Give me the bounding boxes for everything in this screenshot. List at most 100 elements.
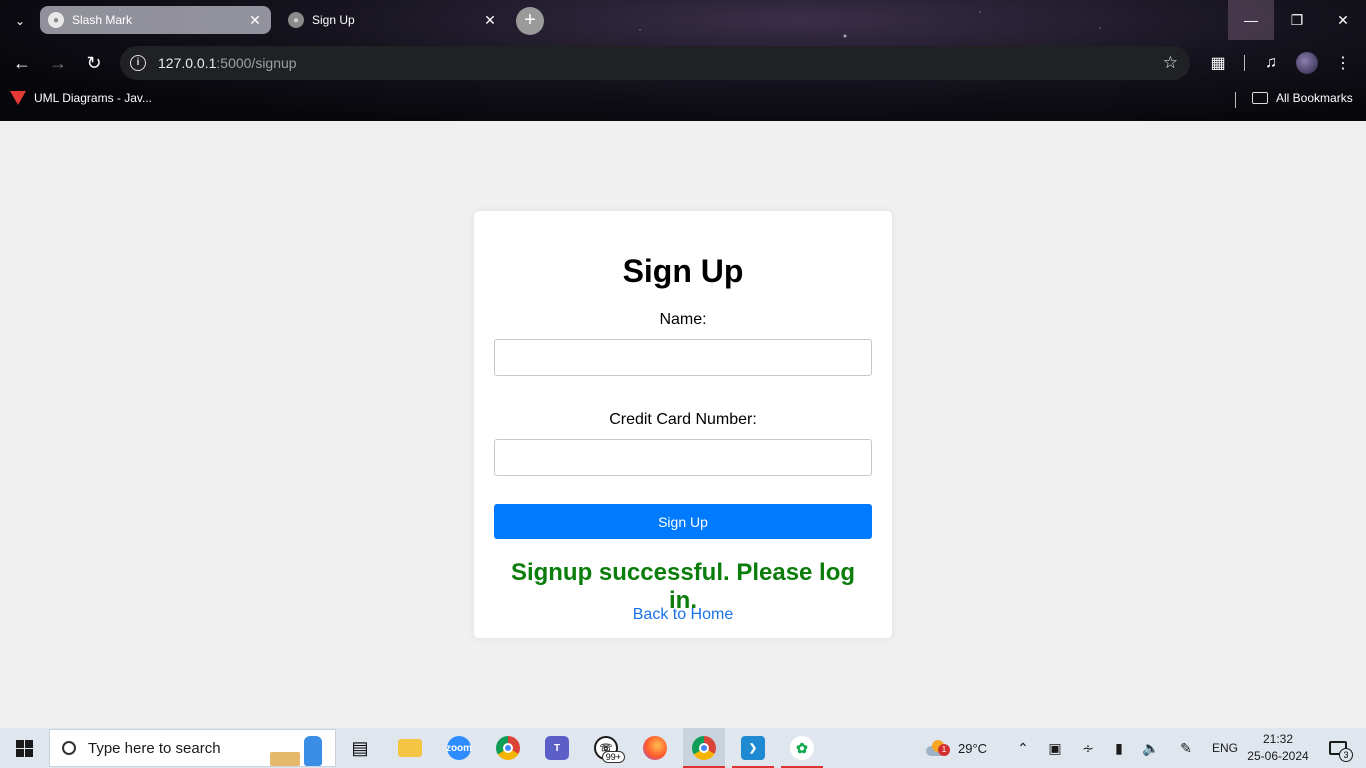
weather-alert-badge: 1 [938, 744, 950, 756]
tab-slash-mark[interactable]: ● Slash Mark ✕ [40, 6, 271, 34]
taskbar: Type here to search ▤ zoom T ☏ 99+ ❯ ✿ 1 [0, 728, 1366, 768]
search-placeholder: Type here to search [88, 739, 221, 757]
mongodb-compass-button[interactable]: ✿ [781, 728, 823, 768]
notification-icon: 3 [1329, 741, 1353, 762]
back-button[interactable]: ← [7, 48, 37, 78]
system-clock[interactable]: 21:32 25-06-2024 [1246, 731, 1310, 765]
back-to-home-link[interactable]: Back to Home [633, 606, 733, 624]
bookmark-uml-diagrams[interactable]: UML Diagrams - Jav... [10, 91, 152, 105]
whatsapp-unread-badge: 99+ [601, 751, 625, 763]
zoom-button[interactable]: zoom [438, 728, 480, 768]
folder-icon [398, 739, 422, 757]
chrome-active-button[interactable] [683, 728, 725, 768]
teams-button[interactable]: T [536, 728, 578, 768]
avatar [1296, 52, 1318, 74]
media-controls-button[interactable]: ♫ [1256, 48, 1286, 78]
file-explorer-button[interactable] [389, 728, 431, 768]
chrome-profile-icon [692, 736, 716, 760]
success-message: Signup successful. Please log in. [510, 559, 856, 614]
tab-title: Sign Up [312, 13, 355, 27]
browser-menu-button[interactable]: ⋮ [1328, 48, 1358, 78]
chevron-down-icon: ⌄ [14, 14, 26, 28]
input-language-button[interactable]: ENG [1212, 728, 1238, 768]
start-button[interactable] [0, 728, 48, 768]
restore-icon: ❐ [1290, 11, 1304, 28]
reload-button[interactable]: ↻ [79, 48, 109, 78]
tab-search-button[interactable]: ⌄ [6, 7, 34, 35]
close-window-button[interactable]: ✕ [1320, 0, 1366, 40]
bookmark-star-icon[interactable]: ☆ [1163, 53, 1178, 73]
new-tab-button[interactable]: + [516, 7, 544, 35]
tab-strip: ⌄ ● Slash Mark ✕ ● Sign Up ✕ + — ❐ ✕ [0, 0, 1366, 42]
restore-button[interactable]: ❐ [1274, 0, 1320, 40]
bookmark-favicon-icon [10, 91, 26, 105]
clock-time: 21:32 [1262, 732, 1294, 746]
task-view-icon: ▤ [351, 737, 369, 758]
extensions-button[interactable]: ▦ [1203, 48, 1233, 78]
window-controls: — ❐ ✕ [1228, 0, 1366, 40]
meet-now-button[interactable]: ▣ [1041, 728, 1069, 768]
reload-icon: ↻ [86, 52, 102, 73]
network-button[interactable]: ∻ [1074, 728, 1102, 768]
profile-button[interactable] [1292, 48, 1322, 78]
camera-icon: ▣ [1048, 739, 1062, 756]
address-url: 127.0.0.1:5000/signup [158, 55, 297, 71]
pen-menu-button[interactable]: ✎ [1172, 728, 1200, 768]
credit-card-label: Credit Card Number: [609, 411, 757, 428]
address-bar[interactable]: i 127.0.0.1:5000/signup ☆ [120, 46, 1190, 80]
page-title: Sign Up [622, 253, 744, 289]
all-bookmarks-button[interactable]: All Bookmarks [1252, 91, 1353, 105]
weather-cloud-icon: 1 [924, 738, 950, 758]
mongodb-leaf-icon: ✿ [790, 736, 814, 760]
tab-title: Slash Mark [72, 13, 133, 27]
signup-card: Sign Up Name: Credit Card Number: Sign U… [474, 211, 892, 638]
name-label: Name: [659, 311, 707, 328]
browser-toolbar: ← → ↻ i 127.0.0.1:5000/signup ☆ ▦ ♫ ⋮ [0, 44, 1366, 82]
clock-date: 25-06-2024 [1247, 749, 1309, 763]
all-bookmarks-label: All Bookmarks [1276, 91, 1353, 105]
close-icon: ✕ [1337, 11, 1349, 28]
address-host: 127.0.0.1 [158, 55, 217, 71]
battery-button[interactable]: ▮ [1105, 728, 1133, 768]
wifi-icon: ∻ [1082, 739, 1094, 756]
battery-icon: ▮ [1115, 739, 1123, 756]
language-text: ENG [1212, 741, 1239, 755]
site-info-icon[interactable]: i [130, 55, 146, 71]
credit-card-field[interactable] [494, 439, 872, 476]
tab-sign-up[interactable]: ● Sign Up ✕ [280, 6, 506, 34]
bookmarks-bar: UML Diagrams - Jav... All Bookmarks [0, 88, 1366, 112]
bookmarks-divider [1235, 92, 1236, 108]
chevron-up-icon: ⌃ [1017, 739, 1029, 756]
vscode-button[interactable]: ❯ [732, 728, 774, 768]
sign-up-button[interactable]: Sign Up [494, 504, 872, 539]
vscode-icon: ❯ [741, 736, 765, 760]
puzzle-icon: ▦ [1210, 55, 1226, 72]
close-icon[interactable]: ✕ [247, 12, 263, 29]
chrome-button[interactable] [487, 728, 529, 768]
volume-button[interactable]: 🔈 [1137, 728, 1165, 768]
firefox-button[interactable] [634, 728, 676, 768]
forward-button[interactable]: → [43, 48, 73, 78]
chrome-icon [496, 736, 520, 760]
windows-logo-icon [15, 739, 33, 757]
notification-center-button[interactable]: 3 [1318, 728, 1358, 768]
address-path: :5000/signup [216, 55, 297, 71]
weather-widget[interactable]: 1 29°C [924, 728, 987, 768]
close-icon[interactable]: ✕ [482, 12, 498, 29]
globe-icon: ● [288, 12, 304, 28]
globe-icon: ● [48, 12, 64, 28]
whatsapp-button[interactable]: ☏ 99+ [585, 728, 627, 768]
task-view-button[interactable]: ▤ [339, 728, 381, 768]
media-queue-icon: ♫ [1265, 54, 1277, 71]
minimize-button[interactable]: — [1228, 0, 1274, 40]
zoom-icon: zoom [446, 736, 472, 760]
search-highlight-illustration [261, 732, 331, 766]
taskbar-search[interactable]: Type here to search [49, 729, 336, 767]
temperature-text: 29°C [958, 740, 988, 756]
show-hidden-icons-button[interactable]: ⌃ [1009, 728, 1037, 768]
folder-icon [1252, 92, 1268, 104]
arrow-right-icon: → [49, 52, 67, 73]
plus-icon: + [524, 9, 536, 31]
bookmark-label: UML Diagrams - Jav... [34, 91, 153, 105]
name-field[interactable] [494, 339, 872, 376]
